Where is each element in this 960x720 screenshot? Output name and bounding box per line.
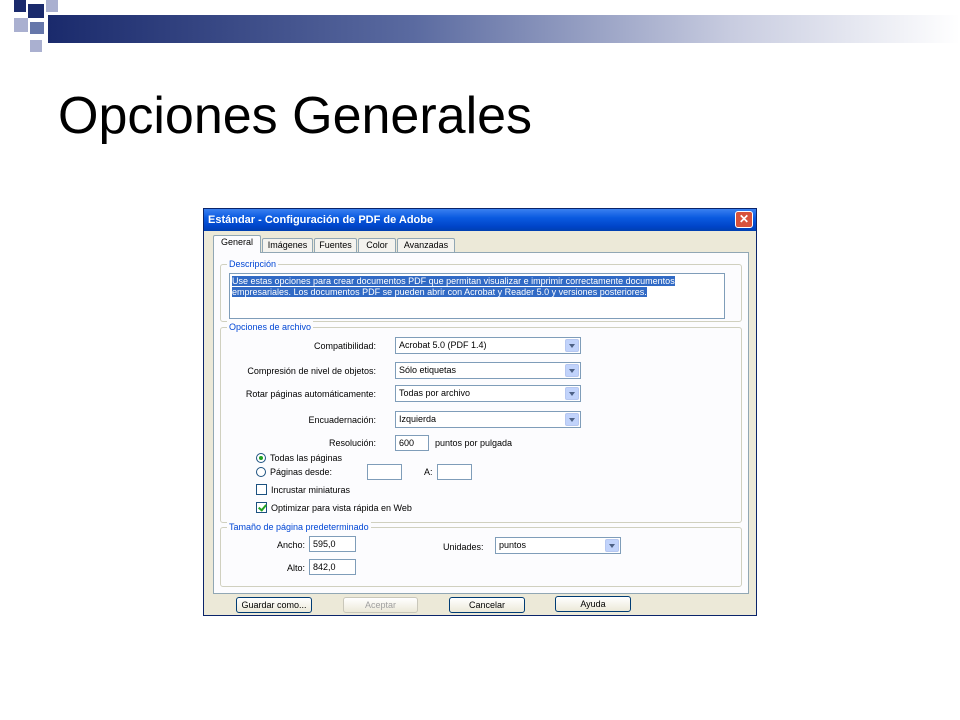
rotate-value: Todas por archivo bbox=[399, 388, 471, 398]
height-input[interactable]: 842,0 bbox=[309, 559, 356, 575]
tab-fonts[interactable]: Fuentes bbox=[314, 238, 357, 252]
description-group-title: Descripción bbox=[227, 258, 279, 270]
optimize-web-checkbox[interactable] bbox=[256, 502, 267, 513]
pages-to-label: A: bbox=[424, 467, 433, 477]
binding-value: Izquierda bbox=[399, 414, 437, 424]
resolution-input[interactable]: 600 bbox=[395, 435, 429, 451]
description-group: Descripción Use estas opciones para crea… bbox=[220, 258, 742, 322]
binding-label: Encuadernación: bbox=[308, 415, 376, 425]
tab-advanced[interactable]: Avanzadas bbox=[397, 238, 455, 252]
compatibility-value: Acrobat 5.0 (PDF 1.4) bbox=[399, 340, 487, 350]
help-button[interactable]: Ayuda bbox=[555, 596, 631, 612]
embed-thumbnails-checkbox[interactable] bbox=[256, 484, 267, 495]
width-input[interactable]: 595,0 bbox=[309, 536, 356, 552]
compatibility-label: Compatibilidad: bbox=[313, 341, 376, 351]
width-label: Ancho: bbox=[276, 540, 305, 550]
description-text: Use estas opciones para crear documentos… bbox=[232, 276, 675, 297]
compatibility-select[interactable]: Acrobat 5.0 (PDF 1.4) bbox=[395, 337, 581, 354]
tab-general[interactable]: General bbox=[213, 235, 261, 253]
decor-square bbox=[28, 4, 44, 18]
slide-title: Opciones Generales bbox=[58, 87, 533, 145]
height-value: 842,0 bbox=[313, 562, 336, 572]
units-select[interactable]: puntos bbox=[495, 537, 621, 554]
chevron-down-icon[interactable] bbox=[565, 339, 579, 352]
dialog-title: Estándar - Configuración de PDF de Adobe bbox=[208, 214, 434, 226]
binding-select[interactable]: Izquierda bbox=[395, 411, 581, 428]
file-options-group-title: Opciones de archivo bbox=[227, 321, 314, 333]
height-label: Alto: bbox=[286, 563, 305, 573]
chevron-down-icon[interactable] bbox=[565, 413, 579, 426]
decor-square bbox=[30, 40, 42, 52]
pages-from-label: Páginas desde: bbox=[270, 467, 333, 477]
close-icon[interactable]: ✕ bbox=[735, 211, 753, 228]
compression-label: Compresión de nivel de objetos: bbox=[247, 366, 376, 376]
save-as-button[interactable]: Guardar como... bbox=[236, 597, 312, 613]
resolution-value: 600 bbox=[399, 438, 415, 448]
tab-color[interactable]: Color bbox=[358, 238, 396, 252]
pages-from-radio[interactable] bbox=[256, 467, 266, 477]
resolution-unit: puntos por pulgada bbox=[435, 438, 513, 448]
title-gradient-bar bbox=[48, 15, 960, 43]
compression-select[interactable]: Sólo etiquetas bbox=[395, 362, 581, 379]
width-value: 595,0 bbox=[313, 539, 336, 549]
pages-to-input[interactable] bbox=[437, 464, 472, 480]
units-value: puntos bbox=[499, 540, 527, 550]
cancel-button[interactable]: Cancelar bbox=[449, 597, 525, 613]
dialog-titlebar[interactable]: Estándar - Configuración de PDF de Adobe… bbox=[204, 209, 756, 231]
chevron-down-icon[interactable] bbox=[605, 539, 619, 552]
decor-square bbox=[14, 18, 28, 32]
description-textarea[interactable]: Use estas opciones para crear documentos… bbox=[229, 273, 725, 319]
rotate-select[interactable]: Todas por archivo bbox=[395, 385, 581, 402]
decor-square bbox=[30, 22, 44, 34]
pdf-settings-dialog: Estándar - Configuración de PDF de Adobe… bbox=[203, 208, 757, 616]
file-options-group: Opciones de archivo Compatibilidad: Acro… bbox=[220, 321, 742, 523]
pages-from-input[interactable] bbox=[367, 464, 402, 480]
resolution-label: Resolución: bbox=[328, 438, 376, 448]
page-size-group-title: Tamaño de página predeterminado bbox=[227, 521, 371, 533]
optimize-web-label: Optimizar para vista rápida en Web bbox=[271, 503, 412, 513]
embed-thumbnails-label: Incrustar miniaturas bbox=[271, 485, 351, 495]
all-pages-label: Todas las páginas bbox=[270, 453, 343, 463]
compression-value: Sólo etiquetas bbox=[399, 365, 457, 375]
rotate-label: Rotar páginas automáticamente: bbox=[245, 389, 376, 399]
accept-button[interactable]: Aceptar bbox=[343, 597, 418, 613]
chevron-down-icon[interactable] bbox=[565, 387, 579, 400]
page-size-group: Tamaño de página predeterminado Ancho: 5… bbox=[220, 521, 742, 587]
chevron-down-icon[interactable] bbox=[565, 364, 579, 377]
units-label: Unidades: bbox=[443, 542, 484, 552]
decor-square bbox=[14, 0, 26, 12]
decor-square bbox=[46, 0, 58, 12]
all-pages-radio[interactable] bbox=[256, 453, 266, 463]
tab-images[interactable]: Imágenes bbox=[262, 238, 313, 252]
general-panel: Descripción Use estas opciones para crea… bbox=[213, 252, 749, 594]
